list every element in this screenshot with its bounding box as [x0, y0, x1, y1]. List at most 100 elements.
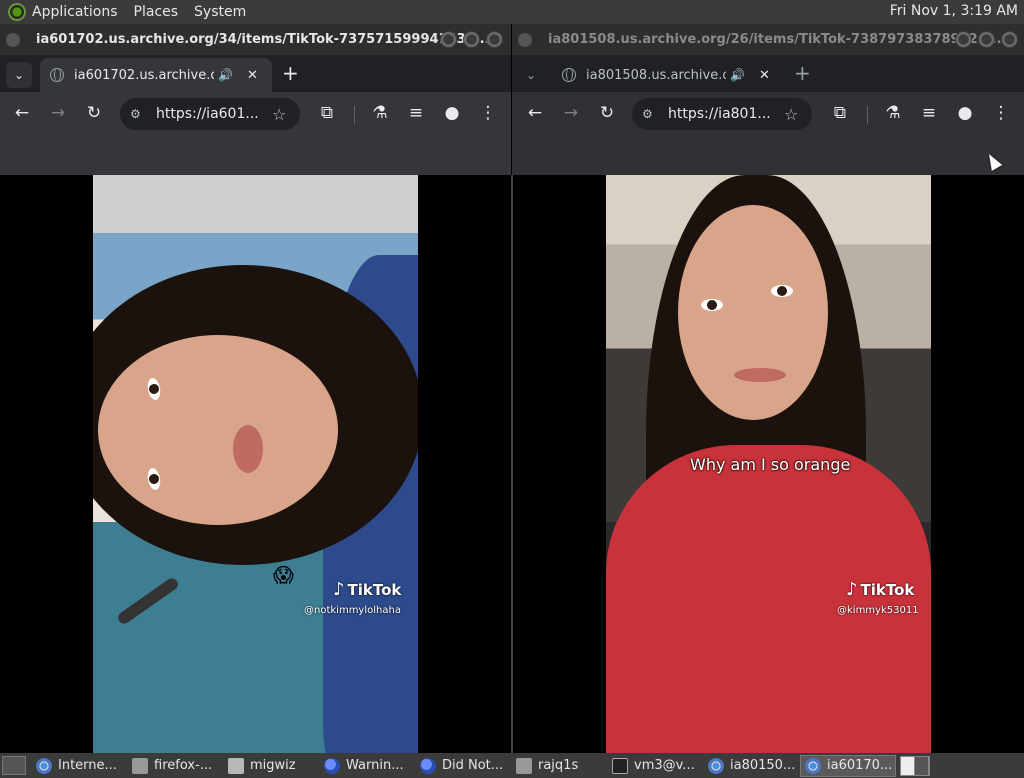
taskbar-item-label: Did Not...	[442, 758, 504, 773]
taskbar-item[interactable]: Interne...	[32, 755, 128, 777]
tab-archive[interactable]: ia601702.us.archive.org/3 🔊 ✕	[40, 58, 272, 92]
tab-search-chevron-down-icon[interactable]: ⌄	[6, 62, 32, 88]
taskbar-item[interactable]: ia80150...	[704, 755, 800, 777]
document-icon	[132, 757, 148, 774]
chrome-icon	[708, 757, 724, 774]
maximize-button[interactable]	[463, 31, 480, 48]
back-icon[interactable]: ←	[524, 102, 546, 124]
video-player[interactable]: 😱 ♪ TikTok @notkimmylolhaha	[93, 175, 418, 753]
tiktok-logo-icon: ♪	[333, 579, 345, 600]
site-info-icon[interactable]: ⚙	[130, 107, 146, 121]
tiktok-handle: @notkimmylolhaha	[304, 605, 401, 616]
menu-kebab-icon[interactable]: ⋮	[477, 102, 499, 124]
menu-kebab-icon[interactable]: ⋮	[990, 102, 1012, 124]
tab-search-chevron-down-icon[interactable]: ⌄	[518, 62, 544, 88]
forward-icon[interactable]: →	[560, 102, 582, 124]
taskbar-item-label: Interne...	[58, 758, 117, 773]
close-window-button[interactable]	[1001, 31, 1018, 48]
taskbar: Interne... firefox-... migwiz Warnin... …	[0, 753, 1024, 778]
workspace-switcher[interactable]	[900, 755, 930, 776]
mouth	[233, 425, 263, 473]
tiktok-handle: @kimmyk53011	[837, 605, 919, 616]
url-text[interactable]: https://ia601...	[156, 106, 266, 122]
tab-label: ia601702.us.archive.org/3	[74, 67, 214, 83]
bookmark-star-icon[interactable]: ☆	[272, 105, 286, 124]
globe-icon	[562, 68, 576, 82]
applications-menu[interactable]: Applications	[32, 4, 118, 20]
show-desktop-button[interactable]	[2, 756, 26, 775]
url-text[interactable]: https://ia801...	[668, 106, 778, 122]
address-bar[interactable]: ⚙ https://ia601... ☆	[120, 98, 300, 130]
folder-icon	[228, 757, 244, 774]
window-title: ia601702.us.archive.org/34/items/TikTok-…	[36, 32, 490, 47]
taskbar-item[interactable]: migwiz	[224, 755, 320, 777]
clock[interactable]: Fri Nov 1, 3:19 AM	[890, 3, 1018, 19]
tab-strip: ⌄ ia601702.us.archive.org/3 🔊 ✕ +	[0, 55, 511, 92]
tab-archive[interactable]: ia801508.us.archive.org/ 🔊 ✕	[552, 58, 784, 92]
bookmark-star-icon[interactable]: ☆	[784, 105, 798, 124]
tiktok-watermark: ♪ TikTok	[333, 579, 401, 600]
tab-close-icon[interactable]: ✕	[759, 68, 770, 83]
speaker-icon[interactable]: 🔊	[730, 68, 745, 82]
document-icon	[516, 757, 532, 774]
face	[98, 335, 338, 525]
terminal-icon	[612, 757, 628, 774]
new-tab-button[interactable]: +	[794, 61, 811, 85]
profile-avatar-icon[interactable]: ●	[441, 102, 463, 124]
video-player[interactable]: Why am I so orange ♪ TikTok @kimmyk53011	[606, 175, 931, 753]
forward-icon[interactable]: →	[47, 102, 69, 124]
taskbar-item[interactable]: Did Not...	[416, 755, 512, 777]
taskbar-item-label: migwiz	[250, 758, 296, 773]
reload-icon[interactable]: ↻	[83, 102, 105, 124]
window-menu-icon[interactable]	[518, 32, 532, 47]
taskbar-item[interactable]: firefox-...	[128, 755, 224, 777]
places-menu[interactable]: Places	[134, 4, 179, 20]
profile-avatar-icon[interactable]: ●	[954, 102, 976, 124]
toolbar-spacer	[0, 136, 511, 175]
labs-flask-icon[interactable]: ⚗	[369, 102, 391, 124]
back-icon[interactable]: ←	[11, 102, 33, 124]
new-tab-button[interactable]: +	[282, 61, 299, 85]
globe-icon	[50, 68, 64, 82]
toolbar-spacer	[512, 136, 1024, 175]
system-menu[interactable]: System	[194, 4, 246, 20]
window-title: ia801508.us.archive.org/26/items/TikTok-…	[548, 32, 1002, 47]
window-menu-icon[interactable]	[6, 32, 20, 47]
tiktok-logo-icon: ♪	[846, 579, 858, 600]
taskbar-item[interactable]: Warnin...	[320, 755, 416, 777]
taskbar-item-active[interactable]: ia60170...	[800, 754, 896, 777]
minimize-button[interactable]	[955, 31, 972, 48]
browser-toolbar: ← → ↻ ⚙ https://ia601... ☆ ⧉ ⚗ ≡ ● ⋮	[0, 92, 511, 136]
taskbar-item[interactable]: rajq1s	[512, 755, 608, 777]
desktop: Applications Places System Fri Nov 1, 3:…	[0, 0, 1024, 778]
close-window-button[interactable]	[486, 31, 503, 48]
media-controls-icon[interactable]: ≡	[405, 102, 427, 124]
taskbar-item-label: ia80150...	[730, 758, 796, 773]
minimize-button[interactable]	[440, 31, 457, 48]
taskbar-item-label: rajq1s	[538, 758, 579, 773]
left-page-content: 😱 ♪ TikTok @notkimmylolhaha	[0, 175, 511, 753]
firefox-icon	[324, 757, 340, 774]
media-controls-icon[interactable]: ≡	[918, 102, 940, 124]
video-caption: Why am I so orange	[690, 455, 851, 474]
site-info-icon[interactable]: ⚙	[642, 107, 658, 121]
window-titlebar[interactable]: ia601702.us.archive.org/34/items/TikTok-…	[0, 24, 511, 55]
distro-logo-icon[interactable]	[8, 3, 26, 21]
address-bar[interactable]: ⚙ https://ia801... ☆	[632, 98, 812, 130]
extensions-icon[interactable]: ⧉	[829, 102, 851, 124]
chrome-icon	[36, 757, 52, 774]
maximize-button[interactable]	[978, 31, 995, 48]
speaker-icon[interactable]: 🔊	[218, 68, 233, 82]
workspace-1[interactable]	[901, 756, 915, 775]
system-panel: Applications Places System Fri Nov 1, 3:…	[0, 0, 1024, 24]
tab-label: ia801508.us.archive.org/	[586, 67, 726, 83]
firefox-icon	[420, 757, 436, 774]
labs-flask-icon[interactable]: ⚗	[882, 102, 904, 124]
taskbar-item[interactable]: vm3@v...	[608, 755, 704, 777]
extensions-icon[interactable]: ⧉	[316, 102, 338, 124]
tiktok-watermark: ♪ TikTok	[846, 579, 914, 600]
window-titlebar[interactable]: ia801508.us.archive.org/26/items/TikTok-…	[512, 24, 1024, 55]
reload-icon[interactable]: ↻	[596, 102, 618, 124]
workspace-2[interactable]	[915, 756, 929, 775]
tab-close-icon[interactable]: ✕	[247, 68, 258, 83]
